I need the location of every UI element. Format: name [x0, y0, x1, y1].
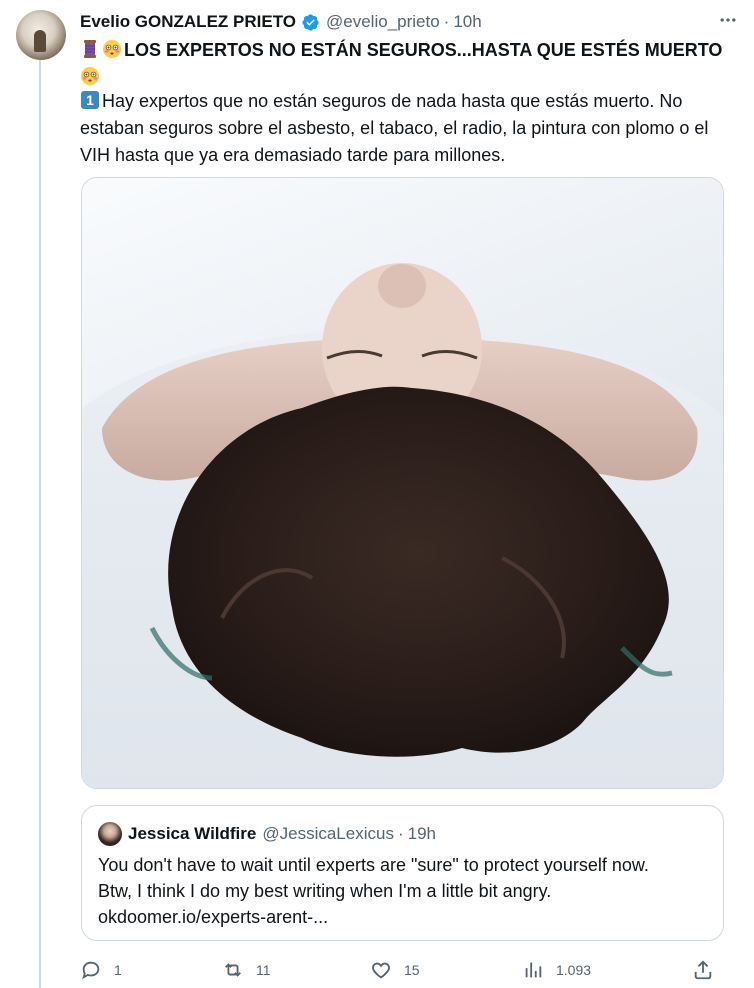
- quoted-author-avatar: [98, 822, 122, 846]
- share-icon: [694, 960, 712, 980]
- thread-connector-line: [39, 60, 41, 988]
- reply-button[interactable]: 1: [80, 956, 122, 984]
- author-name[interactable]: Evelio GONZALEZ PRIETO: [80, 12, 296, 32]
- quoted-tweet-header: Jessica Wildfire @JessicaLexicus · 19h: [98, 822, 436, 846]
- like-button[interactable]: 15: [370, 956, 420, 984]
- retweet-count: 11: [256, 962, 271, 978]
- quoted-tweet-card[interactable]: Jessica Wildfire @JessicaLexicus · 19h Y…: [81, 805, 724, 941]
- views-chart-icon: [525, 962, 542, 978]
- quoted-text-line: Btw, I think I do my best writing when I…: [98, 881, 552, 901]
- svg-text:1: 1: [86, 92, 94, 108]
- author-handle[interactable]: @evelio_prieto: [326, 12, 440, 32]
- tweet-body: 1 Hay expertos que no están seguros de n…: [80, 88, 740, 169]
- tweet-action-bar: 1 11 15 1.093: [80, 956, 720, 984]
- separator-dot: ·: [443, 12, 450, 31]
- retweet-icon: [225, 963, 241, 977]
- views-count: 1.093: [556, 962, 592, 978]
- quoted-tweet-timestamp: 19h: [407, 824, 436, 843]
- quoted-author-name: Jessica Wildfire: [128, 824, 257, 843]
- verified-badge-icon: [302, 13, 319, 31]
- heart-icon: [372, 962, 390, 979]
- tweet-title: LOS EXPERTOS NO ESTÁN SEGUROS...HASTA QU…: [80, 37, 740, 91]
- reply-icon: [82, 961, 100, 980]
- like-count: 15: [404, 962, 420, 978]
- keycap-one-emoji-icon: 1: [81, 91, 99, 109]
- tweet-timestamp[interactable]: 10h: [453, 12, 481, 32]
- share-button[interactable]: [692, 956, 726, 984]
- tweet-header: Evelio GONZALEZ PRIETO @evelio_prieto · …: [80, 10, 740, 34]
- quoted-author-handle: @JessicaLexicus: [262, 824, 394, 843]
- flushed-face-emoji-icon: [103, 40, 121, 58]
- tweet-title-text: LOS EXPERTOS NO ESTÁN SEGUROS...HASTA QU…: [124, 40, 723, 60]
- author-avatar[interactable]: [16, 10, 66, 60]
- separator-dot: ·: [397, 824, 404, 843]
- quoted-tweet-text: You don't have to wait until experts are…: [98, 852, 709, 930]
- quoted-text-line: You don't have to wait until experts are…: [98, 855, 649, 875]
- flushed-face-emoji-icon: [81, 67, 99, 85]
- views-button[interactable]: 1.093: [522, 956, 591, 984]
- reply-count: 1: [114, 962, 122, 978]
- retweet-button[interactable]: 11: [222, 956, 271, 984]
- tweet-body-text: Hay expertos que no están seguros de nad…: [80, 91, 709, 165]
- more-options-icon[interactable]: [716, 8, 740, 32]
- quoted-link[interactable]: okdoomer.io/experts-arent-...: [98, 904, 709, 930]
- thread-emoji-icon: [84, 40, 96, 58]
- tweet-media-image[interactable]: [81, 177, 724, 789]
